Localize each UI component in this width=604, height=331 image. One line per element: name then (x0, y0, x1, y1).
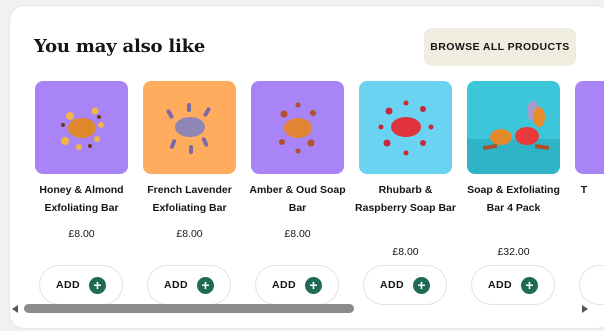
soap-bar (515, 127, 539, 145)
soap-bar (68, 118, 96, 138)
soap-bar-image (359, 81, 452, 174)
product-image[interactable] (35, 81, 128, 174)
soap-bar-image (251, 81, 344, 174)
add-label: ADD (380, 279, 404, 291)
product-price: £8.00 (176, 228, 203, 240)
product-price: £8.00 (68, 228, 95, 240)
product-name[interactable]: Soap & Exfoliating Bar 4 Pack (461, 181, 566, 217)
plus-icon: + (304, 276, 322, 294)
plus-icon: + (88, 276, 106, 294)
soap-bar (391, 117, 421, 137)
add-to-cart-button[interactable]: ADD + (147, 265, 231, 305)
product-name[interactable]: French Lavender Exfoliating Bar (137, 181, 242, 217)
add-to-cart-button[interactable]: ADD + (255, 265, 339, 305)
image-background (575, 81, 604, 174)
add-label: ADD (56, 279, 80, 291)
soap-bar-image (575, 81, 604, 174)
horizontal-scrollbar[interactable] (12, 303, 596, 315)
add-label: ADD (164, 279, 188, 291)
product-image[interactable] (251, 81, 344, 174)
product-name[interactable]: Rhubarb & Raspberry Soap Bar (353, 181, 458, 217)
product-image[interactable] (143, 81, 236, 174)
product-name[interactable]: T (569, 181, 599, 199)
product-image[interactable] (359, 81, 452, 174)
product-name[interactable]: Honey & Almond Exfoliating Bar (29, 181, 134, 217)
soap-bar-image (143, 81, 236, 174)
product-image[interactable] (575, 81, 604, 174)
plus-icon: + (412, 276, 430, 294)
add-to-cart-button[interactable]: ADD + (39, 265, 123, 305)
product-price: £8.00 (392, 246, 419, 258)
soap-bar (175, 117, 205, 137)
add-label: ADD (272, 279, 296, 291)
soap-bar-image (467, 81, 560, 174)
product-name[interactable]: Amber & Oud Soap Bar (245, 181, 350, 217)
arrow-left-icon[interactable] (12, 305, 18, 313)
add-to-cart-button[interactable]: ADD + (471, 265, 555, 305)
plus-icon: + (520, 276, 538, 294)
arrow-right-icon[interactable] (582, 305, 588, 313)
product-price: £8.00 (284, 228, 311, 240)
product-price: £32.00 (497, 246, 530, 258)
add-to-cart-button[interactable]: ADD + (363, 265, 447, 305)
recommendations-card: You may also like BROWSE ALL PRODUCTS Ho… (10, 6, 604, 328)
soap-bar-image (35, 81, 128, 174)
soap-bar (284, 118, 312, 138)
add-label: ADD (488, 279, 512, 291)
product-carousel: Honey & Almond Exfoliating Bar £8.00 ADD… (10, 6, 604, 328)
plus-icon: + (196, 276, 214, 294)
product-image[interactable] (467, 81, 560, 174)
scrollbar-track[interactable] (24, 304, 578, 313)
scrollbar-thumb[interactable] (24, 304, 354, 313)
add-to-cart-button[interactable] (579, 265, 604, 305)
